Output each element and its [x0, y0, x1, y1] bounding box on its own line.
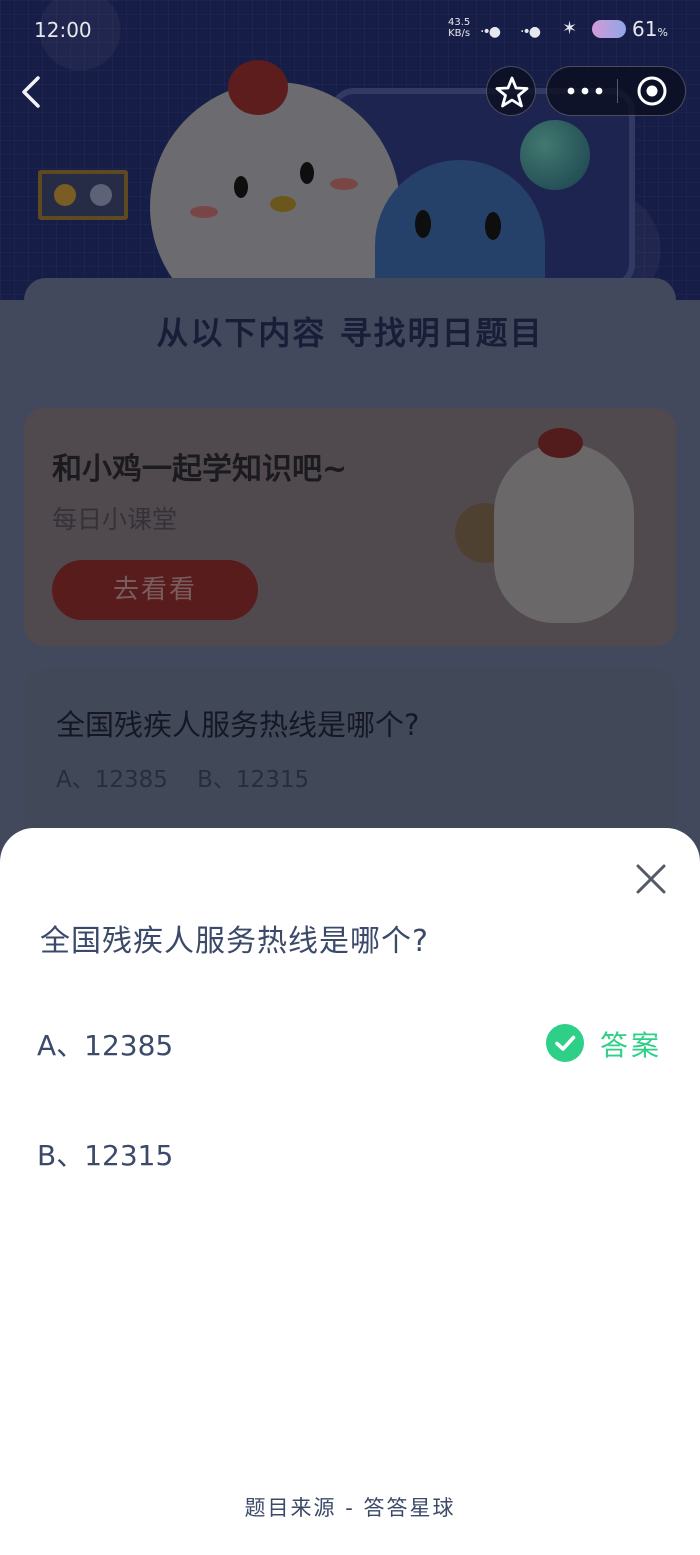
signal-icon-1: ·•● — [480, 24, 501, 40]
close-icon — [636, 864, 666, 894]
network-speed: 43.5 KB/s — [448, 17, 470, 39]
chicken-eye-left — [234, 176, 248, 198]
check-mark-icon — [555, 1035, 576, 1051]
medal-board-illustration — [38, 170, 128, 220]
chicken-cheek-left — [190, 206, 218, 218]
check-circle-icon — [546, 1024, 584, 1062]
go-see-button[interactable]: 去看看 — [52, 560, 258, 620]
sheet-close-button[interactable] — [630, 858, 672, 900]
favorite-button[interactable] — [486, 66, 536, 116]
battery-level: 61% — [632, 17, 668, 41]
gold-medal-icon — [54, 184, 76, 206]
chicken-comb — [228, 60, 288, 115]
banner-card — [24, 278, 676, 388]
target-circle-icon — [637, 76, 667, 106]
network-speed-unit: KB/s — [448, 28, 471, 39]
alien-eye-right — [485, 212, 501, 240]
chicken-mascot — [150, 82, 400, 332]
question-card-title: 全国残疾人服务热线是哪个? — [56, 708, 420, 742]
more-button[interactable] — [547, 67, 617, 115]
option-a-label: A、12385 — [37, 1029, 174, 1062]
silver-medal-icon — [90, 184, 112, 206]
signal-icon-2: ·•● — [520, 24, 541, 40]
chick-card-title: 和小鸡一起学知识吧~ — [52, 452, 348, 487]
capsule-menu — [546, 66, 686, 116]
option-b-label: B、12315 — [37, 1139, 174, 1172]
globe-illustration — [520, 120, 590, 190]
phone-frame-illustration — [330, 88, 635, 288]
battery-icon — [592, 20, 626, 38]
chicken-cheek-right — [330, 178, 358, 190]
back-button[interactable] — [14, 70, 54, 114]
status-bar: 12:00 43.5 KB/s ·•● ·•● ✶ 61% — [0, 0, 700, 62]
star-icon — [495, 76, 529, 108]
sheet-question: 全国残疾人服务热线是哪个? — [40, 924, 429, 959]
battery-value: 61 — [632, 17, 658, 41]
source-footer: 题目来源 - 答答星球 — [244, 1496, 456, 1520]
network-speed-value: 43.5 — [448, 17, 471, 28]
banner-title: 从以下内容 寻找明日题目 — [156, 314, 544, 352]
chicken-eye-right — [300, 162, 314, 184]
option-a[interactable]: A、12385 答案 — [0, 998, 700, 1088]
chick-card-subtitle: 每日小课堂 — [52, 505, 178, 534]
close-program-button[interactable] — [618, 67, 686, 115]
chick-lesson-card[interactable]: 和小鸡一起学知识吧~ 每日小课堂 去看看 — [24, 408, 676, 646]
wifi-icon: ✶ — [562, 18, 577, 39]
chick-comb — [538, 428, 583, 458]
answer-sheet: 全国残疾人服务热线是哪个? A、12385 答案 B、12315 题目来源 - … — [0, 828, 700, 1555]
bouquet-illustration — [455, 503, 515, 563]
question-card-options: A、12385 B、12315 — [56, 767, 310, 793]
chick-with-flowers-illustration — [494, 443, 634, 623]
option-b[interactable]: B、12315 — [0, 1108, 700, 1198]
chevron-left-icon — [22, 76, 40, 108]
more-dots-icon — [567, 87, 603, 95]
status-time: 12:00 — [34, 18, 92, 42]
chicken-beak — [270, 196, 296, 212]
answer-label: 答案 — [600, 1029, 663, 1062]
alien-mascot — [375, 160, 545, 310]
alien-eye-left — [415, 210, 431, 238]
